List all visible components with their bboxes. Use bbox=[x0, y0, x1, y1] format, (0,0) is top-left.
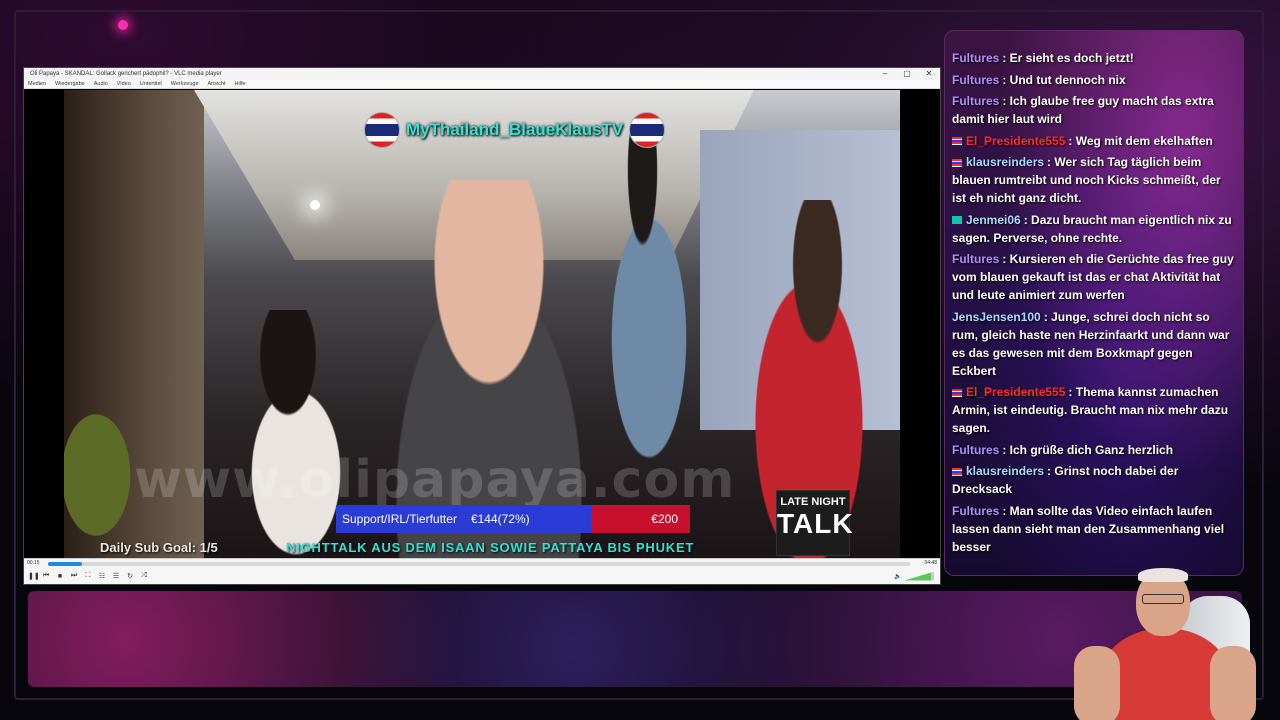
video-frame[interactable]: MyThailand_BlaueKlausTV www.olipapaya.co… bbox=[64, 90, 900, 560]
chat-username[interactable]: Fultures bbox=[952, 443, 999, 457]
chat-username[interactable]: El_Presidente555 bbox=[966, 385, 1065, 399]
chat-message: El_Presidente555: Weg mit dem ekelhaften bbox=[952, 132, 1235, 150]
menu-medien[interactable]: Medien bbox=[28, 80, 46, 88]
webcam-person-arm bbox=[1074, 646, 1120, 720]
chat-message: El_Presidente555: Thema kannst zumachen … bbox=[952, 383, 1235, 437]
random-icon[interactable]: ⤮ bbox=[140, 572, 148, 580]
fullscreen-icon[interactable]: ⛶ bbox=[84, 572, 92, 580]
stop-icon[interactable]: ■ bbox=[56, 573, 64, 580]
late-night-talk-logo: LATE NIGHT TALK bbox=[776, 490, 854, 556]
ticker-text: NIGHTTALK AUS DEM ISAAN SOWIE PATTAYA BI… bbox=[286, 540, 695, 555]
close-icon[interactable]: ✕ bbox=[918, 68, 940, 80]
menu-ansicht[interactable]: Ansicht bbox=[208, 80, 226, 88]
playlist-icon[interactable]: ☰ bbox=[112, 572, 120, 580]
pause-icon[interactable]: ❚❚ bbox=[28, 572, 40, 580]
vlc-menubar: Medien Wiedergabe Audio Video Untertitel… bbox=[24, 80, 940, 89]
playback-controls: ❚❚ ⏮ ■ ⏭ ⛶ ☷ ☰ ↻ ⤮ bbox=[28, 570, 148, 582]
channel-header: MyThailand_BlaueKlausTV bbox=[364, 110, 704, 150]
menu-audio[interactable]: Audio bbox=[94, 80, 108, 88]
seek-bar-played bbox=[48, 562, 83, 566]
chat-message: Fultures: Man sollte das Video einfach l… bbox=[952, 502, 1235, 556]
chat-text: : Ich grüße dich Ganz herzlich bbox=[1002, 442, 1174, 457]
chat-text: : Weg mit dem ekelhaften bbox=[1068, 133, 1213, 148]
chat-message: klausreinders: Grinst noch dabei der Dre… bbox=[952, 462, 1235, 498]
subscriber-badge-icon bbox=[952, 216, 962, 225]
video-scene-plant bbox=[64, 390, 144, 560]
speaker-icon[interactable]: 🔈 bbox=[894, 573, 901, 580]
chat-username[interactable]: JensJensen100 bbox=[952, 310, 1041, 324]
site-watermark: www.olipapaya.com bbox=[134, 450, 736, 510]
flag-badge-icon bbox=[952, 388, 962, 397]
flag-badge-icon bbox=[952, 467, 962, 476]
vlc-window-title: Oli Papaya - SKANDAL: Gollack gerichert … bbox=[30, 71, 222, 77]
channel-name: MyThailand_BlaueKlausTV bbox=[406, 120, 624, 139]
menu-video[interactable]: Video bbox=[117, 80, 131, 88]
chat-username[interactable]: klausreinders bbox=[966, 155, 1044, 169]
chat-message: Fultures: Und tut dennoch nix bbox=[952, 71, 1235, 89]
logo-line-2: TALK bbox=[777, 508, 854, 539]
menu-hilfe[interactable]: Hilfe bbox=[235, 80, 246, 88]
donation-goal-bar: Support/IRL/Tierfutter €144(72%) €200 bbox=[336, 505, 690, 533]
webcam-person-hair bbox=[1138, 568, 1188, 582]
flag-badge-icon bbox=[952, 137, 962, 146]
chat-username[interactable]: Fultures bbox=[952, 252, 999, 266]
vlc-titlebar[interactable]: Oli Papaya - SKANDAL: Gollack gerichert … bbox=[24, 68, 940, 80]
thai-flag-icon bbox=[364, 112, 400, 148]
donation-goal-label: Support/IRL/Tierfutter bbox=[342, 512, 457, 526]
chat-username[interactable]: Fultures bbox=[952, 504, 999, 518]
time-elapsed: 00:15 bbox=[27, 560, 40, 566]
chat-message: JensJensen100: Junge, schrei doch nicht … bbox=[952, 308, 1235, 380]
flag-badge-icon bbox=[952, 158, 962, 167]
loop-icon[interactable]: ↻ bbox=[126, 572, 134, 580]
menu-werkzeuge[interactable]: Werkzeuge bbox=[171, 80, 199, 88]
chat-username[interactable]: Jenmei06 bbox=[966, 213, 1021, 227]
chat-username[interactable]: El_Presidente555 bbox=[966, 134, 1065, 148]
chat-message: Fultures: Kursieren eh die Gerüchte das … bbox=[952, 250, 1235, 304]
menu-wiedergabe[interactable]: Wiedergabe bbox=[55, 80, 85, 88]
menu-untertitel[interactable]: Untertitel bbox=[140, 80, 162, 88]
chat-panel: Fultures: Er sieht es doch jetzt! Fulture… bbox=[944, 30, 1244, 576]
chat-message: Jenmei06: Dazu braucht man eigentlich ni… bbox=[952, 211, 1235, 247]
webcam-person-glasses bbox=[1142, 594, 1184, 604]
chat-message: Fultures: Er sieht es doch jetzt! bbox=[952, 49, 1235, 67]
donation-goal-target: €200 bbox=[651, 512, 678, 526]
webcam-feed bbox=[1060, 566, 1270, 720]
seek-bar[interactable] bbox=[48, 562, 910, 566]
vlc-controls: 00:15 04:48 ❚❚ ⏮ ■ ⏭ ⛶ ☷ ☰ ↻ ⤮ 🔈 bbox=[24, 558, 940, 584]
video-scene-light bbox=[310, 200, 320, 210]
chat-message: Fultures: Ich glaube free guy macht das … bbox=[952, 92, 1235, 128]
extended-settings-icon[interactable]: ☷ bbox=[98, 572, 106, 580]
chat-text: : Er sieht es doch jetzt! bbox=[1002, 51, 1134, 65]
next-icon[interactable]: ⏭ bbox=[70, 572, 78, 580]
chat-username[interactable]: Fultures bbox=[952, 94, 999, 108]
donation-goal-current: €144(72%) bbox=[470, 512, 530, 526]
chat-message: klausreinders: Wer sich Tag täglich beim… bbox=[952, 153, 1235, 207]
previous-icon[interactable]: ⏮ bbox=[42, 572, 50, 580]
thai-flag-icon bbox=[629, 112, 666, 148]
daily-sub-goal: Daily Sub Goal: 1/5 bbox=[100, 540, 218, 555]
chat-username[interactable]: Fultures bbox=[952, 73, 999, 87]
minimize-icon[interactable]: – bbox=[874, 68, 896, 80]
chat-username[interactable]: klausreinders bbox=[966, 464, 1044, 478]
time-total: 04:48 bbox=[924, 560, 937, 566]
volume-slider[interactable] bbox=[904, 571, 935, 581]
logo-line-1: LATE NIGHT bbox=[780, 496, 846, 508]
volume-control[interactable]: 🔈 bbox=[894, 570, 936, 582]
chat-text: : Und tut dennoch nix bbox=[1002, 72, 1126, 87]
maximize-icon[interactable]: ▢ bbox=[896, 68, 918, 80]
chat-username[interactable]: Fultures bbox=[952, 51, 999, 65]
chat-message: Fultures: Ich grüße dich Ganz herzlich bbox=[952, 441, 1235, 459]
chat-message-list: Fultures: Er sieht es doch jetzt! Fulture… bbox=[945, 31, 1243, 556]
vlc-window[interactable]: Oli Papaya - SKANDAL: Gollack gerichert … bbox=[23, 67, 941, 585]
webcam-person-arm bbox=[1210, 646, 1256, 720]
